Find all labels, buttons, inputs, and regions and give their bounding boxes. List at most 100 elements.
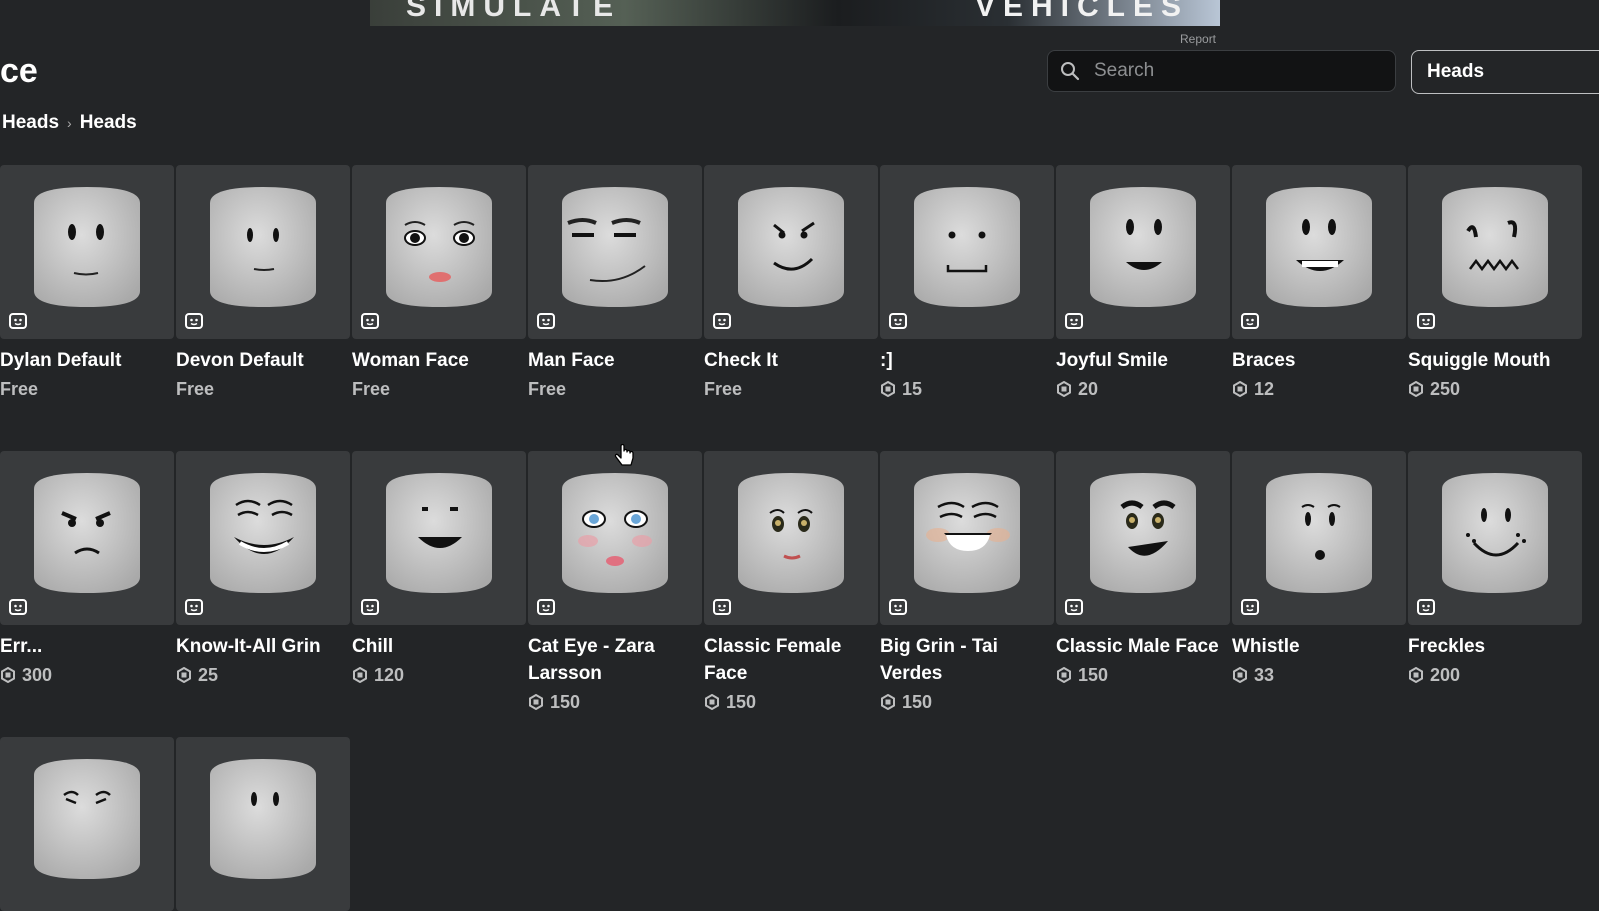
catalog-item-card[interactable]: Err... 300: [0, 451, 176, 688]
catalog-item-card[interactable]: Woman Face Free: [352, 165, 528, 402]
face-accessory-icon: [713, 313, 731, 329]
item-name[interactable]: Joyful Smile: [1056, 347, 1232, 374]
item-price: 25: [176, 662, 352, 688]
item-name[interactable]: :]: [880, 347, 1056, 374]
item-thumbnail[interactable]: [704, 165, 878, 339]
face-thumbnail-image: [210, 759, 316, 879]
breadcrumb-item-heads[interactable]: Heads: [2, 112, 59, 134]
catalog-item-card[interactable]: [176, 737, 352, 911]
item-thumbnail[interactable]: [352, 165, 526, 339]
catalog-item-card[interactable]: Devon Default Free: [176, 165, 352, 402]
face-accessory-icon: [889, 599, 907, 615]
item-thumbnail[interactable]: [176, 737, 350, 911]
category-dropdown[interactable]: Heads: [1411, 50, 1599, 94]
item-name[interactable]: Dylan Default: [0, 347, 176, 374]
item-price: 20: [1056, 376, 1232, 402]
item-thumbnail[interactable]: [880, 165, 1054, 339]
item-name[interactable]: Cat Eye - Zara Larsson: [528, 633, 704, 687]
item-price: 150: [880, 689, 1056, 715]
item-name[interactable]: Err...: [0, 633, 176, 660]
item-name[interactable]: Classic Male Face: [1056, 633, 1232, 660]
item-name[interactable]: Big Grin - Tai Verdes: [880, 633, 1056, 687]
item-name[interactable]: Man Face: [528, 347, 704, 374]
item-thumbnail[interactable]: [1232, 165, 1406, 339]
item-name[interactable]: Freckles: [1408, 633, 1584, 660]
face-accessory-icon: [1241, 313, 1259, 329]
catalog-item-card[interactable]: Classic Female Face 150: [704, 451, 880, 715]
catalog-item-card[interactable]: :] 15: [880, 165, 1056, 402]
item-price-value: 120: [374, 665, 405, 685]
robux-icon: [1, 667, 15, 683]
catalog-item-card[interactable]: Man Face Free: [528, 165, 704, 402]
category-dropdown-value: Heads: [1427, 61, 1485, 82]
item-price: 12: [1232, 376, 1408, 402]
catalog-item-card[interactable]: Freckles 200: [1408, 451, 1584, 688]
face-accessory-icon: [1065, 599, 1083, 615]
item-name[interactable]: Whistle: [1232, 633, 1408, 660]
item-name[interactable]: Braces: [1232, 347, 1408, 374]
item-thumbnail[interactable]: [528, 165, 702, 339]
catalog-item-card[interactable]: Check It Free: [704, 165, 880, 402]
item-price: 150: [528, 689, 704, 715]
item-price-value: Free: [528, 379, 567, 399]
item-price-value: 150: [550, 692, 581, 712]
catalog-item-card[interactable]: Squiggle Mouth 250: [1408, 165, 1584, 402]
item-thumbnail[interactable]: [1232, 451, 1406, 625]
face-accessory-icon: [185, 599, 203, 615]
item-thumbnail[interactable]: [528, 451, 702, 625]
item-name[interactable]: Squiggle Mouth: [1408, 347, 1584, 374]
item-price: Free: [352, 376, 528, 402]
item-thumbnail[interactable]: [880, 451, 1054, 625]
breadcrumb: Heads › Heads: [2, 112, 137, 134]
item-price: Free: [704, 376, 880, 402]
face-accessory-icon: [889, 313, 907, 329]
face-accessory-icon: [1417, 599, 1435, 615]
item-price-value: 25: [198, 665, 219, 685]
robux-icon: [881, 381, 895, 397]
item-thumbnail[interactable]: [1056, 165, 1230, 339]
item-thumbnail[interactable]: [1408, 451, 1582, 625]
item-thumbnail[interactable]: [704, 451, 878, 625]
item-name[interactable]: Chill: [352, 633, 528, 660]
item-price: 250: [1408, 376, 1584, 402]
face-accessory-icon: [361, 599, 379, 615]
catalog-item-card[interactable]: Joyful Smile 20: [1056, 165, 1232, 402]
item-thumbnail[interactable]: [352, 451, 526, 625]
face-accessory-icon: [1065, 313, 1083, 329]
robux-icon: [353, 667, 367, 683]
item-thumbnail[interactable]: [1408, 165, 1582, 339]
catalog-item-card[interactable]: Classic Male Face 150: [1056, 451, 1232, 688]
catalog-item-card[interactable]: Big Grin - Tai Verdes 150: [880, 451, 1056, 715]
item-price-value: 250: [1430, 379, 1461, 399]
item-price-value: 300: [22, 665, 53, 685]
report-ad-link[interactable]: Report: [1180, 32, 1216, 46]
catalog-item-card[interactable]: Know-It-All Grin 25: [176, 451, 352, 688]
catalog-item-card[interactable]: Chill 120: [352, 451, 528, 688]
item-name[interactable]: Devon Default: [176, 347, 352, 374]
item-thumbnail[interactable]: [0, 165, 174, 339]
item-name[interactable]: Check It: [704, 347, 880, 374]
item-name[interactable]: Woman Face: [352, 347, 528, 374]
search-input[interactable]: [1092, 59, 1366, 83]
catalog-item-card[interactable]: Braces 12: [1232, 165, 1408, 402]
catalog-item-card[interactable]: Dylan Default Free: [0, 165, 176, 402]
ad-banner-left-text: SIMULATE: [406, 0, 622, 23]
item-thumbnail[interactable]: [1056, 451, 1230, 625]
search-box[interactable]: [1047, 50, 1396, 92]
face-accessory-icon: [9, 599, 27, 615]
ad-banner[interactable]: SIMULATE VEHICLES: [370, 0, 1220, 26]
item-thumbnail[interactable]: [0, 737, 174, 911]
robux-icon: [1057, 381, 1071, 397]
item-thumbnail[interactable]: [0, 451, 174, 625]
item-thumbnail[interactable]: [176, 165, 350, 339]
catalog-item-card[interactable]: Whistle 33: [1232, 451, 1408, 688]
robux-icon: [177, 667, 191, 683]
item-thumbnail[interactable]: [176, 451, 350, 625]
item-price-value: Free: [0, 379, 39, 399]
item-name[interactable]: Know-It-All Grin: [176, 633, 352, 660]
item-name[interactable]: Classic Female Face: [704, 633, 880, 687]
item-price-value: Free: [704, 379, 743, 399]
item-price: Free: [528, 376, 704, 402]
catalog-item-card[interactable]: Cat Eye - Zara Larsson 150: [528, 451, 704, 715]
catalog-item-card[interactable]: [0, 737, 176, 911]
